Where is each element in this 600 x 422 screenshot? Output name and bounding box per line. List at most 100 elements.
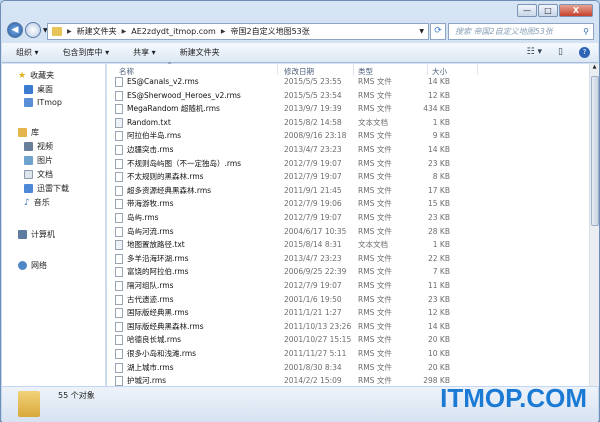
maximize-button[interactable]: □ bbox=[538, 4, 558, 17]
file-name: ES@Sherwood_Heroes_v2.rms bbox=[127, 90, 241, 100]
file-icon bbox=[115, 308, 123, 319]
organize-button[interactable]: 组织 ▾ bbox=[2, 47, 49, 58]
address-bar[interactable]: ▶ 新建文件夹 ▶ AE2zdydt_itmop.com ▶ 帝国2自定义地图5… bbox=[47, 23, 429, 40]
file-name: 不太规则的黑森林.rms bbox=[127, 172, 204, 182]
sidebar-item-documents[interactable]: 文档 bbox=[24, 169, 53, 180]
document-icon bbox=[24, 170, 33, 179]
file-icon bbox=[115, 281, 123, 291]
search-placeholder: 搜索 帝国2自定义地图53张 bbox=[455, 27, 553, 36]
include-in-library-button[interactable]: 包含到库中 ▾ bbox=[49, 47, 120, 58]
file-name: 阿拉伯半岛.rms bbox=[127, 131, 182, 141]
scroll-up-icon[interactable]: ▲ bbox=[590, 64, 599, 70]
file-row[interactable]: 不规则岛屿图（不一定独岛）.rms 2012/7/9 19:07 RMS 文件 … bbox=[115, 157, 585, 170]
address-dropdown-icon[interactable]: ▼ bbox=[419, 28, 424, 35]
file-name: 护城河.rms bbox=[127, 376, 167, 386]
sidebar-item-itmop[interactable]: ITmop bbox=[24, 98, 62, 107]
file-list: ^ 名称 修改日期 类型 大小 ES@Canals_v2.rms 2015/5/… bbox=[107, 62, 589, 387]
file-icon bbox=[115, 213, 123, 223]
file-row[interactable]: 哈德良长城.rms 2001/10/27 15:15 RMS 文件 20 KB bbox=[115, 333, 585, 346]
breadcrumb-item[interactable]: 帝国2自定义地图53张 bbox=[230, 26, 309, 37]
breadcrumb-item[interactable]: AE2zdydt_itmop.com bbox=[131, 27, 216, 36]
file-name: 哈德良长城.rms bbox=[127, 335, 182, 345]
file-type: RMS 文件 bbox=[358, 376, 392, 386]
file-date: 2011/1/21 1:27 bbox=[284, 308, 342, 318]
navigation-pane: ★ 收藏夹 桌面 ITmop 库 视频 图片 文档 迅雷下载 ♪ 音乐 计算机 网络 bbox=[2, 64, 106, 386]
sidebar-item-desktop[interactable]: 桌面 bbox=[24, 84, 53, 95]
search-icon[interactable]: ⚲ bbox=[583, 24, 589, 39]
file-size: 10 KB bbox=[428, 349, 450, 358]
file-row[interactable]: 带海游牧.rms 2012/7/9 19:06 RMS 文件 15 KB bbox=[115, 197, 585, 210]
file-row[interactable]: 多羊沿海环湖.rms 2013/4/7 23:23 RMS 文件 22 KB bbox=[115, 252, 585, 265]
file-icon bbox=[115, 267, 123, 278]
sidebar-item-music[interactable]: ♪ 音乐 bbox=[24, 197, 50, 208]
file-row[interactable]: 岛屿河流.rms 2004/6/17 10:35 RMS 文件 28 KB bbox=[115, 225, 585, 238]
nav-buttons: ◀ ▼ bbox=[7, 22, 48, 38]
file-type: 文本文档 bbox=[358, 117, 388, 127]
file-row[interactable]: 湖上城市.rms 2001/8/30 8:34 RMS 文件 20 KB bbox=[115, 361, 585, 374]
file-icon bbox=[115, 362, 123, 373]
file-row[interactable]: 古代遗迹.rms 2001/1/6 19:50 RMS 文件 23 KB bbox=[115, 293, 585, 306]
file-type: RMS 文件 bbox=[358, 77, 392, 86]
sidebar-item-videos[interactable]: 视频 bbox=[24, 141, 53, 152]
refresh-button[interactable]: ⟳ bbox=[430, 23, 446, 40]
forward-button[interactable] bbox=[25, 22, 41, 38]
file-row[interactable]: 超多资源经典黑森林.rms 2011/9/1 21:45 RMS 文件 17 K… bbox=[115, 184, 585, 197]
minimize-button[interactable]: — bbox=[517, 4, 537, 17]
file-row[interactable]: 边疆突击.rms 2013/4/7 23:23 RMS 文件 14 KB bbox=[115, 143, 585, 156]
file-name: 地图置放路径.txt bbox=[127, 240, 185, 250]
vertical-scrollbar[interactable]: ▲ bbox=[589, 64, 599, 386]
back-button[interactable]: ◀ bbox=[7, 22, 23, 38]
share-button[interactable]: 共享 ▾ bbox=[119, 47, 166, 58]
file-row[interactable]: Random.txt 2015/8/2 14:58 文本文档 1 KB bbox=[115, 116, 585, 129]
file-row[interactable]: ES@Sherwood_Heroes_v2.rms 2015/5/5 23:54… bbox=[115, 89, 585, 102]
download-icon bbox=[24, 184, 33, 193]
file-row[interactable]: ES@Canals_v2.rms 2015/5/5 23:55 RMS 文件 1… bbox=[115, 75, 585, 88]
sidebar-item-thunder-downloads[interactable]: 迅雷下载 bbox=[24, 183, 69, 194]
search-input[interactable]: 搜索 帝国2自定义地图53张 ⚲ bbox=[448, 23, 594, 40]
music-icon: ♪ bbox=[24, 197, 30, 208]
file-icon bbox=[115, 90, 123, 101]
file-row[interactable]: 隔河组队.rms 2012/7/9 19:07 RMS 文件 11 KB bbox=[115, 279, 585, 292]
file-name: MegaRandom 超随机.rms bbox=[127, 104, 220, 114]
file-row[interactable]: 阿拉伯半岛.rms 2008/9/16 23:18 RMS 文件 9 KB bbox=[115, 129, 585, 142]
sidebar-item-favorites[interactable]: ★ 收藏夹 bbox=[18, 70, 54, 81]
file-name: 岛屿河流.rms bbox=[127, 226, 174, 236]
file-row[interactable]: 很多小岛和浅滩.rms 2011/11/27 5:11 RMS 文件 10 KB bbox=[115, 347, 585, 360]
file-size: 1 KB bbox=[432, 240, 450, 250]
file-icon bbox=[115, 253, 123, 264]
file-date: 2006/9/25 22:39 bbox=[284, 267, 347, 277]
file-row[interactable]: 地图置放路径.txt 2015/8/14 8:31 文本文档 1 KB bbox=[115, 238, 585, 251]
preview-pane-icon[interactable]: ▯ bbox=[558, 47, 563, 58]
file-date: 2012/7/9 19:07 bbox=[284, 158, 342, 168]
view-options-icon[interactable]: ☷ ▾ bbox=[527, 47, 542, 58]
sidebar-item-computer[interactable]: 计算机 bbox=[18, 229, 55, 240]
scrollbar-thumb[interactable] bbox=[591, 76, 599, 226]
file-name: 不规则岛屿图（不一定独岛）.rms bbox=[127, 158, 242, 168]
video-icon bbox=[24, 142, 33, 151]
file-type: RMS 文件 bbox=[358, 145, 392, 154]
breadcrumb-item[interactable]: 新建文件夹 bbox=[77, 26, 117, 37]
sidebar-item-pictures[interactable]: 图片 bbox=[24, 155, 53, 166]
file-row[interactable]: 国际版经典黑森林.rms 2011/10/13 23:26 RMS 文件 14 … bbox=[115, 320, 585, 333]
sidebar-item-libraries[interactable]: 库 bbox=[18, 127, 39, 138]
close-button[interactable]: X bbox=[559, 4, 593, 17]
chevron-right-icon: ▶ bbox=[220, 28, 226, 35]
file-row[interactable]: 岛屿.rms 2012/7/9 19:07 RMS 文件 23 KB bbox=[115, 211, 585, 224]
file-icon bbox=[115, 199, 123, 210]
help-icon[interactable]: ? bbox=[579, 47, 590, 58]
folder-icon bbox=[24, 98, 33, 107]
file-row[interactable]: 国际版经典黑.rms 2011/1/21 1:27 RMS 文件 12 KB bbox=[115, 306, 585, 319]
sidebar-item-network[interactable]: 网络 bbox=[18, 260, 47, 271]
file-size: 7 KB bbox=[432, 267, 450, 277]
file-name: 边疆突击.rms bbox=[127, 145, 174, 154]
file-name: ES@Canals_v2.rms bbox=[127, 77, 199, 86]
file-row[interactable]: 不太规则的黑森林.rms 2012/7/9 19:07 RMS 文件 8 KB bbox=[115, 170, 585, 183]
file-icon bbox=[115, 376, 123, 387]
file-date: 2013/4/7 23:23 bbox=[284, 145, 342, 154]
file-icon bbox=[115, 349, 123, 359]
file-row[interactable]: MegaRandom 超随机.rms 2013/9/7 19:39 RMS 文件… bbox=[115, 102, 585, 115]
file-date: 2015/5/5 23:54 bbox=[284, 90, 342, 100]
new-folder-button[interactable]: 新建文件夹 bbox=[166, 47, 230, 58]
file-row[interactable]: 富饶的阿拉伯.rms 2006/9/25 22:39 RMS 文件 7 KB bbox=[115, 265, 585, 278]
file-size: 12 KB bbox=[428, 308, 450, 318]
